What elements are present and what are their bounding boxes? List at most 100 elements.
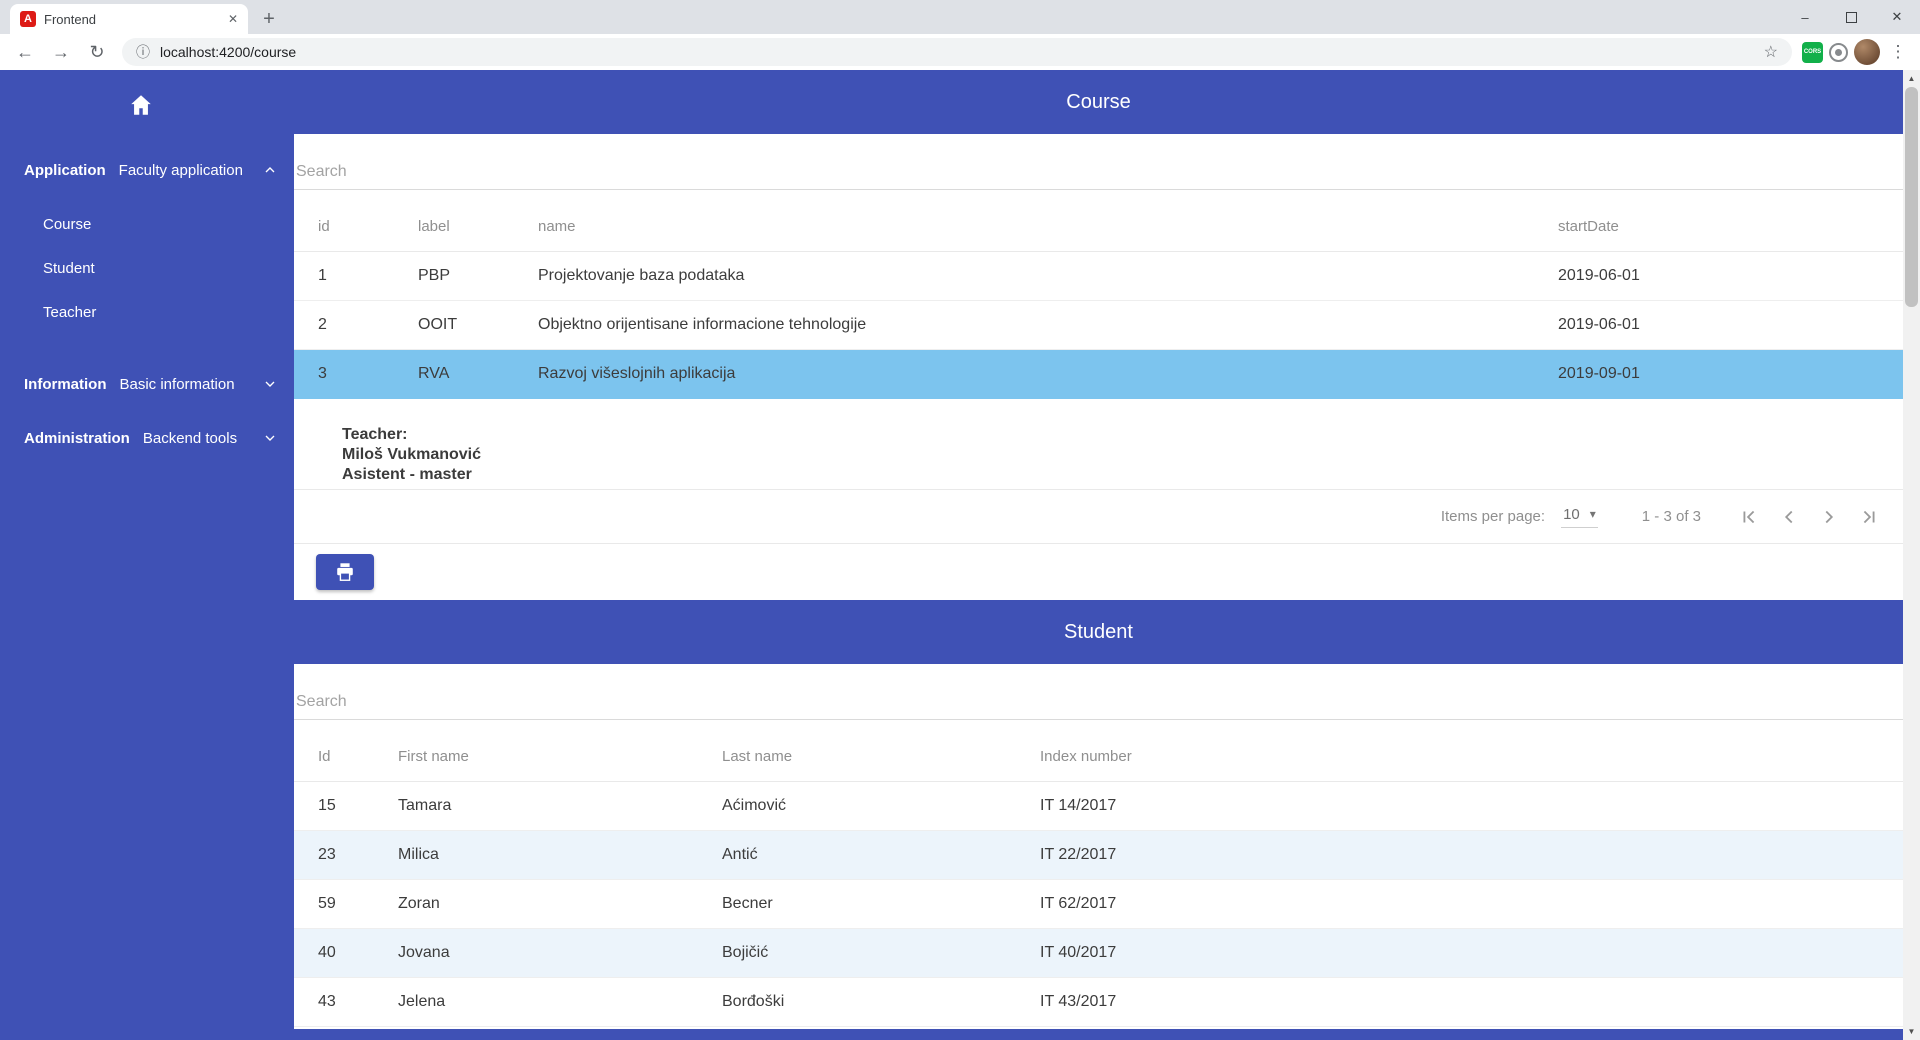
course-panel-header: Course (294, 70, 1903, 134)
maximize-button[interactable] (1828, 0, 1874, 34)
table-row[interactable]: 40 Jovana Bojičić IT 40/2017 (294, 929, 1903, 978)
col-id: id (318, 218, 330, 235)
browser-tab-strip: A Frontend ✕ + – ✕ (0, 0, 1920, 34)
cell-first-name: Milica (398, 846, 439, 863)
chevron-up-icon (265, 167, 275, 173)
table-row[interactable]: 2 OOIT Objektno orijentisane informacion… (294, 301, 1903, 350)
sidebar: Application Faculty application Course S… (0, 70, 294, 1040)
section-category: Application (24, 161, 106, 179)
forward-icon[interactable]: → (46, 37, 76, 67)
section-title: Backend tools (142, 429, 238, 447)
browser-menu-icon[interactable]: ⋮ (1886, 42, 1910, 62)
reload-icon[interactable]: ↻ (82, 37, 112, 67)
student-table-body: 15 Tamara Aćimović IT 14/2017 23 Milica … (294, 782, 1903, 1027)
minimize-button[interactable]: – (1782, 0, 1828, 34)
first-page-button[interactable] (1729, 497, 1769, 537)
col-first-name: First name (398, 748, 469, 765)
table-row[interactable]: 15 Tamara Aćimović IT 14/2017 (294, 782, 1903, 831)
cell-startdate: 2019-09-01 (1558, 365, 1640, 382)
student-panel-header: Student (294, 600, 1903, 664)
sidebar-section-application[interactable]: Application Faculty application (0, 146, 294, 194)
table-row[interactable]: 43 Jelena Borđoški IT 43/2017 (294, 978, 1903, 1027)
print-button[interactable] (316, 554, 374, 590)
last-page-button[interactable] (1849, 497, 1889, 537)
new-tab-button[interactable]: + (254, 5, 284, 33)
previous-page-button[interactable] (1769, 497, 1809, 537)
col-label: label (418, 218, 450, 235)
course-table: id label name startDate 1 PBP Projektova… (294, 202, 1903, 399)
page-size-value: 10 (1563, 505, 1580, 523)
profile-avatar[interactable] (1854, 39, 1880, 65)
cell-index-number: IT 43/2017 (1040, 993, 1117, 1010)
cell-index-number: IT 22/2017 (1040, 846, 1117, 863)
student-search-row (294, 664, 1903, 720)
student-search-input[interactable] (294, 685, 1903, 720)
student-table-header: Id First name Last name Index number (294, 732, 1903, 782)
course-search-input[interactable] (294, 155, 1903, 190)
url-bar[interactable]: ⓘ localhost:4200/course ☆ (122, 38, 1792, 66)
cell-id: 43 (318, 993, 336, 1010)
cell-id: 3 (318, 365, 327, 382)
table-row[interactable]: 59 Zoran Becner IT 62/2017 (294, 880, 1903, 929)
cell-first-name: Jelena (398, 993, 446, 1010)
table-row[interactable]: 23 Milica Antić IT 22/2017 (294, 831, 1903, 880)
chevron-down-icon (265, 435, 275, 441)
bookmark-star-icon[interactable]: ☆ (1764, 42, 1778, 62)
cell-index-number: IT 40/2017 (1040, 944, 1117, 961)
home-button[interactable] (0, 70, 294, 140)
first-page-icon (1743, 510, 1755, 523)
cors-extension-icon[interactable]: CORS (1802, 41, 1823, 63)
section-title: Faculty application (118, 161, 243, 179)
url-text[interactable]: localhost:4200/course (160, 44, 296, 60)
scrollbar-thumb[interactable] (1905, 87, 1918, 307)
sidebar-item-teacher[interactable]: Teacher (0, 290, 294, 334)
next-page-button[interactable] (1809, 497, 1849, 537)
browser-toolbar: ← → ↻ ⓘ localhost:4200/course ☆ CORS ⋮ (0, 34, 1920, 70)
page-scrollbar[interactable]: ▲ ▼ (1903, 70, 1920, 1040)
cell-id: 15 (318, 797, 336, 814)
sidebar-item-course[interactable]: Course (0, 202, 294, 246)
sidebar-section-administration[interactable]: Administration Backend tools (0, 414, 294, 462)
student-table: Id First name Last name Index number 15 … (294, 732, 1903, 1027)
close-button[interactable]: ✕ (1874, 0, 1920, 34)
cell-name: Razvoj višeslojnih aplikacija (538, 365, 736, 382)
application-sub-items: Course Student Teacher (0, 194, 294, 354)
cell-id: 2 (318, 316, 327, 333)
cell-label: PBP (418, 267, 451, 284)
items-per-page-label: Items per page: (1440, 508, 1546, 525)
page-size-select[interactable]: 10 ▾ (1561, 506, 1598, 528)
cell-index-number: IT 62/2017 (1040, 895, 1117, 912)
info-icon[interactable]: ⓘ (136, 42, 150, 62)
chevron-right-icon (1825, 510, 1834, 523)
table-row-selected[interactable]: 3 RVA Razvoj višeslojnih aplikacija 2019… (294, 350, 1903, 399)
cell-first-name: Jovana (398, 944, 450, 961)
extension-icon[interactable] (1829, 42, 1848, 62)
course-search-row (294, 134, 1903, 190)
detail-teacher-name: Miloš Vukmanović (342, 446, 481, 463)
paginator-range: 1 - 3 of 3 (1641, 508, 1701, 525)
back-icon[interactable]: ← (10, 37, 40, 67)
tab-title: Frontend (44, 11, 97, 27)
course-paginator: Items per page: 10 ▾ 1 - 3 of 3 (294, 490, 1903, 544)
scroll-up-icon[interactable]: ▲ (1903, 70, 1920, 87)
cell-label: RVA (418, 365, 450, 382)
sidebar-item-student[interactable]: Student (0, 246, 294, 290)
table-row[interactable]: 1 PBP Projektovanje baza podataka 2019-0… (294, 252, 1903, 301)
tab-close-icon[interactable]: ✕ (228, 12, 238, 26)
maximize-icon (1845, 11, 1857, 23)
browser-tab[interactable]: A Frontend ✕ (10, 4, 248, 34)
col-startdate: startDate (1558, 218, 1619, 235)
cell-last-name: Becner (722, 895, 773, 912)
cell-startdate: 2019-06-01 (1558, 267, 1640, 284)
course-table-header: id label name startDate (294, 202, 1903, 252)
cell-name: Projektovanje baza podataka (538, 267, 745, 284)
section-category: Administration (24, 429, 130, 447)
student-title: Student (1064, 620, 1133, 643)
course-title: Course (1066, 90, 1131, 113)
section-category: Information (24, 375, 107, 393)
cell-first-name: Zoran (398, 895, 440, 912)
cell-last-name: Aćimović (722, 797, 787, 814)
scroll-down-icon[interactable]: ▼ (1903, 1023, 1920, 1040)
cell-name: Objektno orijentisane informacione tehno… (538, 316, 867, 333)
sidebar-section-information[interactable]: Information Basic information (0, 360, 294, 408)
